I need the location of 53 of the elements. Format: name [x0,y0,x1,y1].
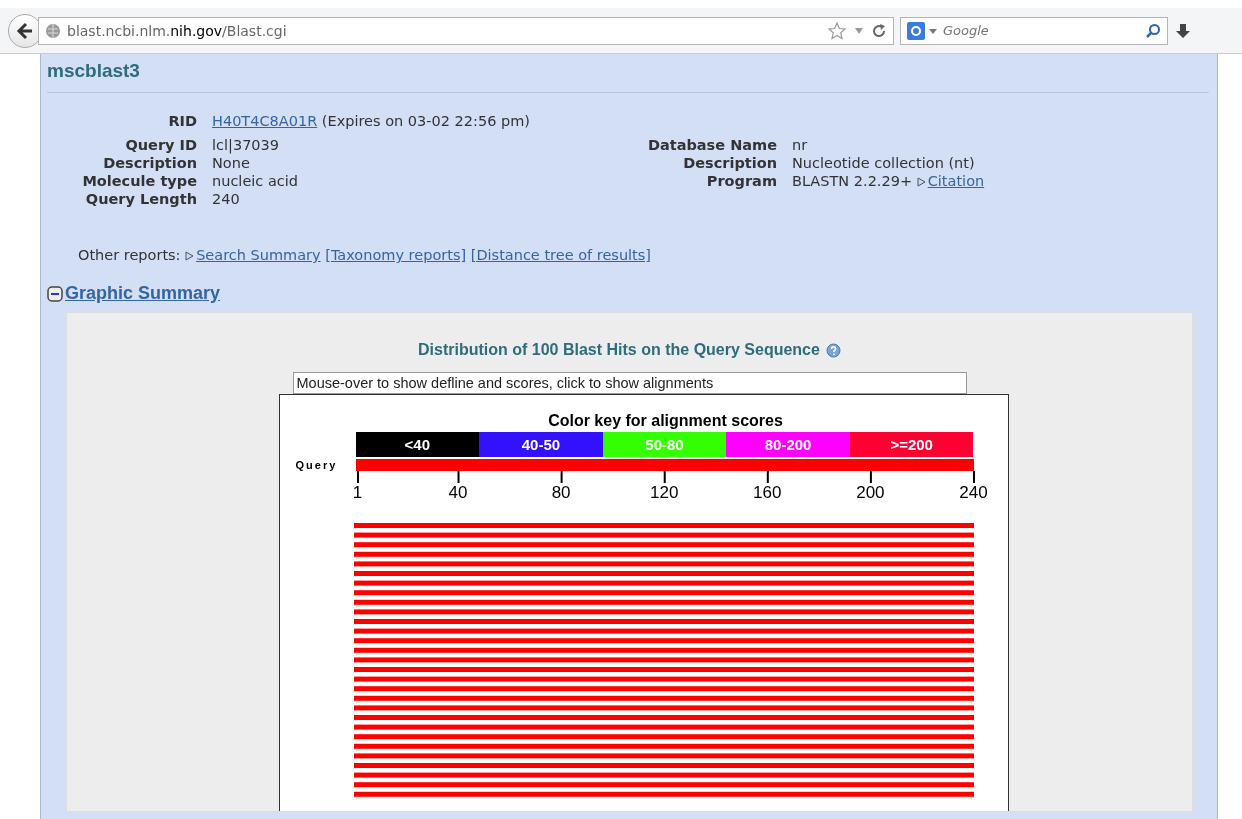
key-swatch: <40 [355,432,480,457]
key-title: Color key for alignment scores [547,412,784,430]
key-swatch: 50-80 [602,432,727,457]
field-label: Description [682,155,777,171]
section-link[interactable]: Graphic Summary [65,283,221,304]
key-swatch: 40-50 [479,432,603,457]
search-bar[interactable]: Google [900,16,1168,45]
field-label: Program [705,173,777,189]
tick-label: 240 [959,483,988,503]
triangle-icon [185,251,195,261]
search-icon[interactable] [1145,22,1161,39]
field-label: Database Name [646,137,777,153]
tick-label: 200 [856,483,885,503]
triangle-icon [916,177,926,187]
field-value: lcl|37039 [212,137,281,153]
reports-label: Other reports: [78,247,181,263]
report-link[interactable]: [Taxonomy reports] [325,247,467,263]
distribution-heading: Distribution of 100 Blast Hits on the Query Sequence [418,341,820,359]
expiry-text: (Expires on 03-02 22:56 pm) [321,113,530,129]
field-label: Query Length [84,191,197,207]
citation-link[interactable]: Citation [927,173,985,189]
download-icon[interactable] [1174,21,1192,40]
field-value: nr [792,137,809,153]
field-label: Molecule type [81,173,197,189]
field-value: nucleic acid [212,173,299,189]
info-field: Mouse-over to show defline and scores, click to show alignments [292,372,967,394]
tick-label: 160 [753,483,782,503]
tick-label: 40 [448,483,468,503]
field-value: None [212,155,251,171]
report-link[interactable]: [Distance tree of results] [470,247,651,263]
tick-label: 1 [352,483,363,503]
dropdown-icon[interactable] [929,26,937,35]
reload-icon[interactable] [871,22,887,39]
page-title: mscblast3 [47,60,141,82]
field-label: RID [167,113,197,129]
collapse-toggle[interactable] [47,285,63,302]
url-text: blast.ncbi.nlm.nih.gov/Blast.cgi [67,22,288,39]
rid-link[interactable]: H40T4C8A01R [212,113,318,129]
tick-label: 120 [650,483,679,503]
globe-icon [45,22,61,39]
tick-label: 80 [551,483,571,503]
key-swatch: 80-200 [726,432,850,457]
report-link[interactable]: Search Summary [196,247,321,263]
help-icon[interactable] [825,342,841,358]
key-swatch: >=200 [849,432,974,457]
star-icon[interactable] [827,20,847,41]
field-label: Query ID [124,137,197,153]
query-label: Query [295,459,339,471]
field-value: BLASTN 2.2.29+ [792,173,913,189]
address-bar[interactable]: blast.ncbi.nlm.nih.gov/Blast.cgi [38,16,894,45]
field-value: Nucleotide collection (nt) [792,155,976,171]
field-value: 240 [212,191,241,207]
field-label: Description [102,155,197,171]
